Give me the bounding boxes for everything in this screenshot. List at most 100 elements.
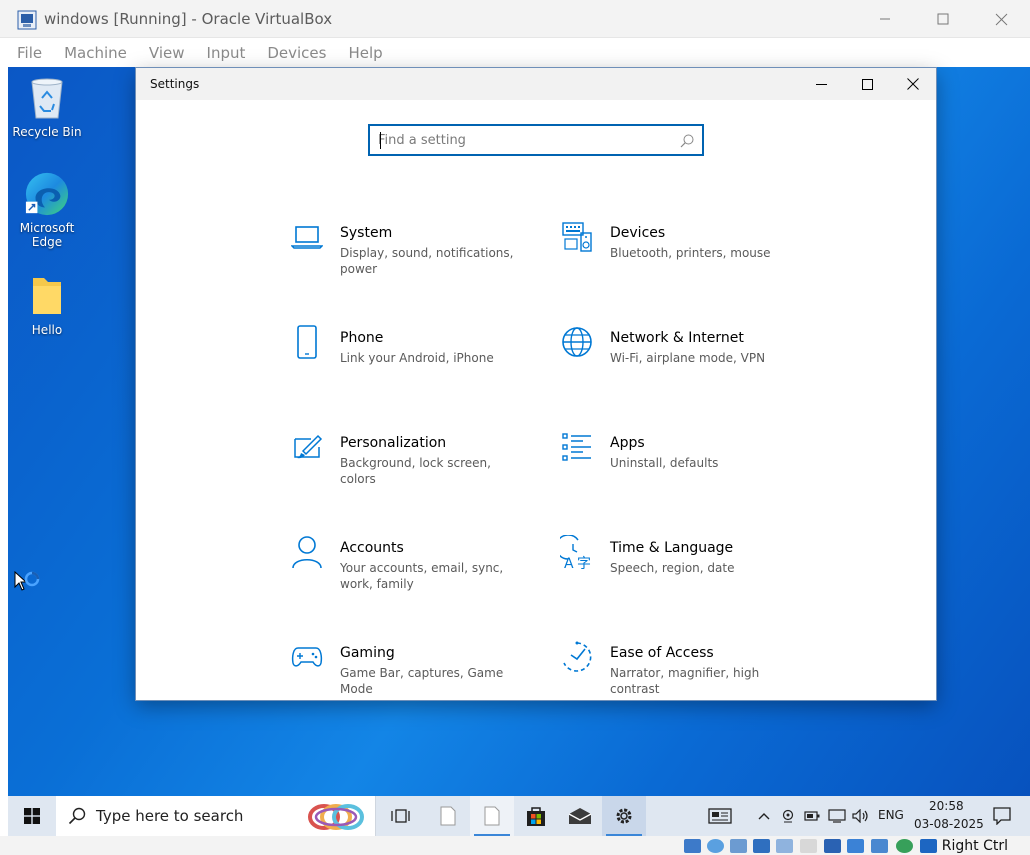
category-time-language[interactable]: A字 Time & Language Speech, region, date xyxy=(560,535,810,615)
ease-of-access-icon xyxy=(560,640,594,674)
show-hidden-icons-button[interactable] xyxy=(754,796,774,836)
vbox-minimize-button[interactable] xyxy=(856,0,914,38)
laptop-icon xyxy=(290,220,324,254)
category-name: Personalization xyxy=(340,435,447,451)
category-desc: Uninstall, defaults xyxy=(610,456,719,470)
usb-status-icon[interactable] xyxy=(776,839,793,853)
audio-status-icon[interactable] xyxy=(730,839,747,853)
tray-meet-now[interactable] xyxy=(778,796,798,836)
news-widget-button[interactable] xyxy=(702,796,738,836)
news-icon xyxy=(708,808,732,824)
search-icon xyxy=(680,133,694,152)
start-button[interactable] xyxy=(8,796,56,836)
vbox-maximize-button[interactable] xyxy=(914,0,972,38)
shared-folders-status-icon[interactable] xyxy=(800,839,817,853)
svg-text:A: A xyxy=(564,556,574,569)
desktop-icon-label: Hello xyxy=(31,323,63,337)
clock-date[interactable]: 03-08-2025 xyxy=(914,817,984,831)
desktop-icon-edge[interactable]: Microsoft Edge xyxy=(9,171,85,249)
display-status-icon[interactable] xyxy=(824,839,841,853)
category-network-internet[interactable]: Network & Internet Wi-Fi, airplane mode,… xyxy=(560,325,810,405)
chevron-up-icon xyxy=(758,813,770,820)
keyboard-capture-status-icon[interactable] xyxy=(920,839,937,853)
category-apps[interactable]: Apps Uninstall, defaults xyxy=(560,430,810,510)
windows-logo-icon xyxy=(24,808,40,824)
category-name: Gaming xyxy=(340,645,395,661)
tray-network[interactable] xyxy=(826,796,848,836)
category-personalization[interactable]: Personalization Background, lock screen,… xyxy=(290,430,540,510)
menu-view[interactable]: View xyxy=(138,44,196,62)
category-ease-of-access[interactable]: Ease of Access Narrator, magnifier, high… xyxy=(560,640,810,720)
settings-window: Settings System Display, sound, notifica… xyxy=(136,68,936,700)
taskbar-app-document-2[interactable] xyxy=(470,796,514,836)
speaker-icon xyxy=(852,809,868,823)
recording-status-icon[interactable] xyxy=(847,839,864,853)
clock-time[interactable]: 20:58 xyxy=(929,799,964,813)
taskbar-microsoft-store[interactable] xyxy=(514,796,558,836)
settings-title: Settings xyxy=(150,77,200,91)
mail-icon xyxy=(568,808,592,824)
vbox-window-title: windows [Running] - Oracle VirtualBox xyxy=(44,10,333,28)
settings-search-box[interactable] xyxy=(368,124,704,156)
desktop-icon-recycle-bin[interactable]: Recycle Bin xyxy=(9,75,85,139)
category-name: Phone xyxy=(340,330,384,346)
settings-close-button[interactable] xyxy=(890,68,936,100)
busy-pointer-icon xyxy=(14,570,40,601)
settings-minimize-button[interactable] xyxy=(798,68,844,100)
menu-devices[interactable]: Devices xyxy=(256,44,337,62)
category-name: System xyxy=(340,225,393,241)
task-view-button[interactable] xyxy=(378,796,422,836)
category-desc: Game Bar, captures, Game Mode xyxy=(340,666,504,696)
battery-icon xyxy=(804,811,820,821)
globe-icon xyxy=(560,325,594,359)
taskbar-mail[interactable] xyxy=(558,796,602,836)
tray-battery[interactable] xyxy=(802,796,822,836)
network-icon xyxy=(828,809,846,823)
category-phone[interactable]: Phone Link your Android, iPhone xyxy=(290,325,540,405)
optical-drive-status-icon[interactable] xyxy=(707,839,724,853)
settings-maximize-button[interactable] xyxy=(844,68,890,100)
desktop-icon-hello[interactable]: Hello xyxy=(9,273,85,337)
menu-machine[interactable]: Machine xyxy=(53,44,138,62)
taskbar-search-placeholder: Type here to search xyxy=(96,807,244,825)
input-language-indicator[interactable]: ENG xyxy=(878,808,904,822)
menu-input[interactable]: Input xyxy=(196,44,257,62)
category-name: Apps xyxy=(610,435,645,451)
cpu-status-icon[interactable] xyxy=(871,839,888,853)
hard-disk-status-icon[interactable] xyxy=(684,839,701,853)
category-desc: Narrator, magnifier, high contrast xyxy=(610,666,760,696)
category-accounts[interactable]: Accounts Your accounts, email, sync, wor… xyxy=(290,535,540,615)
desktop-icon-label: Recycle Bin xyxy=(12,125,82,139)
vbox-statusbar: Right Ctrl xyxy=(0,836,1030,855)
mouse-integration-status-icon[interactable] xyxy=(896,839,913,853)
menu-help[interactable]: Help xyxy=(337,44,393,62)
recycle-bin-icon xyxy=(24,75,70,121)
folder-icon xyxy=(24,273,70,319)
category-desc: Background, lock screen, colors xyxy=(340,456,491,486)
category-desc: Display, sound, notifications, power xyxy=(340,246,514,276)
document-icon xyxy=(440,806,456,826)
document-icon xyxy=(484,806,500,826)
task-view-icon xyxy=(391,809,410,823)
category-system[interactable]: System Display, sound, notifications, po… xyxy=(290,220,540,300)
gamepad-icon xyxy=(290,640,324,674)
virtualbox-app-icon xyxy=(17,10,37,30)
category-gaming[interactable]: Gaming Game Bar, captures, Game Mode xyxy=(290,640,540,720)
taskbar-search-box[interactable]: Type here to search xyxy=(56,796,376,836)
network-status-icon[interactable] xyxy=(753,839,770,853)
edge-icon xyxy=(24,171,70,217)
taskbar: Type here to search ENG 20:58 03-08-2025 xyxy=(8,796,1030,836)
category-devices[interactable]: Devices Bluetooth, printers, mouse xyxy=(560,220,810,300)
gear-icon xyxy=(616,808,632,824)
taskbar-settings[interactable] xyxy=(602,796,646,836)
settings-search-input[interactable] xyxy=(378,131,668,149)
settings-titlebar: Settings xyxy=(136,68,936,100)
phone-icon xyxy=(290,325,324,359)
vbox-menubar: File Machine View Input Devices Help xyxy=(0,38,1030,67)
paint-icon xyxy=(290,430,324,464)
tray-volume[interactable] xyxy=(850,796,872,836)
menu-file[interactable]: File xyxy=(6,44,53,62)
taskbar-app-document-1[interactable] xyxy=(426,796,470,836)
vbox-close-button[interactable] xyxy=(972,0,1030,38)
action-center-button[interactable] xyxy=(984,796,1020,836)
